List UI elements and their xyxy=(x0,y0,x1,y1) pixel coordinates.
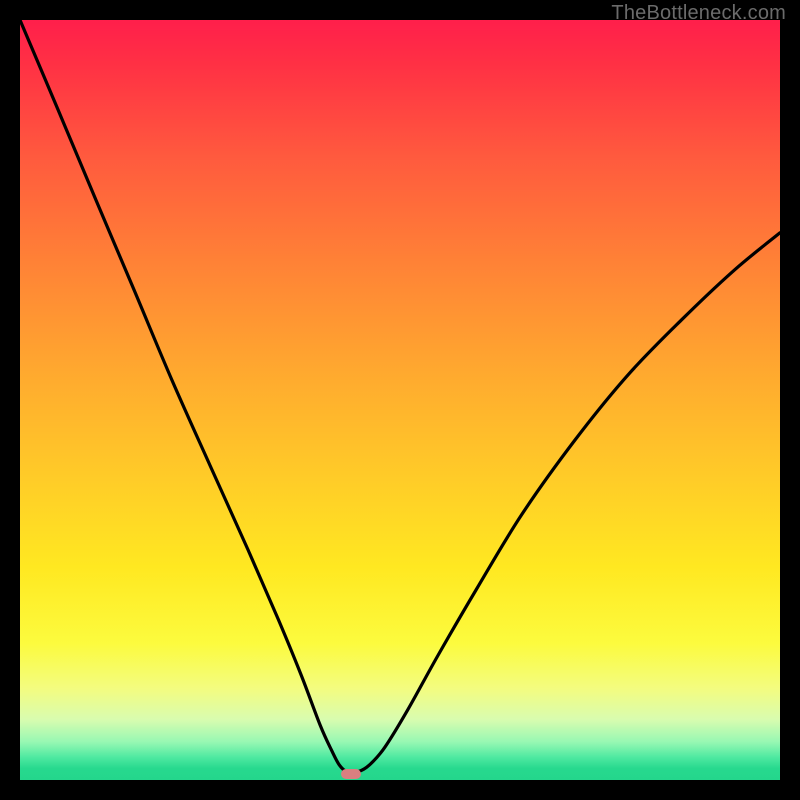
chart-frame: TheBottleneck.com xyxy=(0,0,800,800)
optimal-marker xyxy=(341,769,361,779)
curve-svg xyxy=(20,20,780,780)
plot-area xyxy=(20,20,780,780)
bottleneck-curve xyxy=(20,20,780,772)
watermark-text: TheBottleneck.com xyxy=(611,2,786,25)
